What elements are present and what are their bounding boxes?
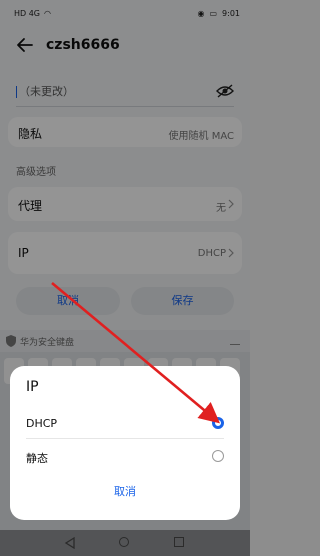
- dialog-cancel-button[interactable]: 取消: [10, 483, 240, 499]
- option-divider: [26, 438, 224, 439]
- radio-unselected-icon[interactable]: [212, 450, 224, 462]
- dialog-title: IP: [26, 379, 39, 395]
- ip-dialog: IP DHCP 静态 取消: [10, 366, 240, 520]
- option-label: 静态: [26, 452, 48, 465]
- radio-selected-icon[interactable]: [212, 417, 224, 429]
- option-label: DHCP: [26, 417, 58, 430]
